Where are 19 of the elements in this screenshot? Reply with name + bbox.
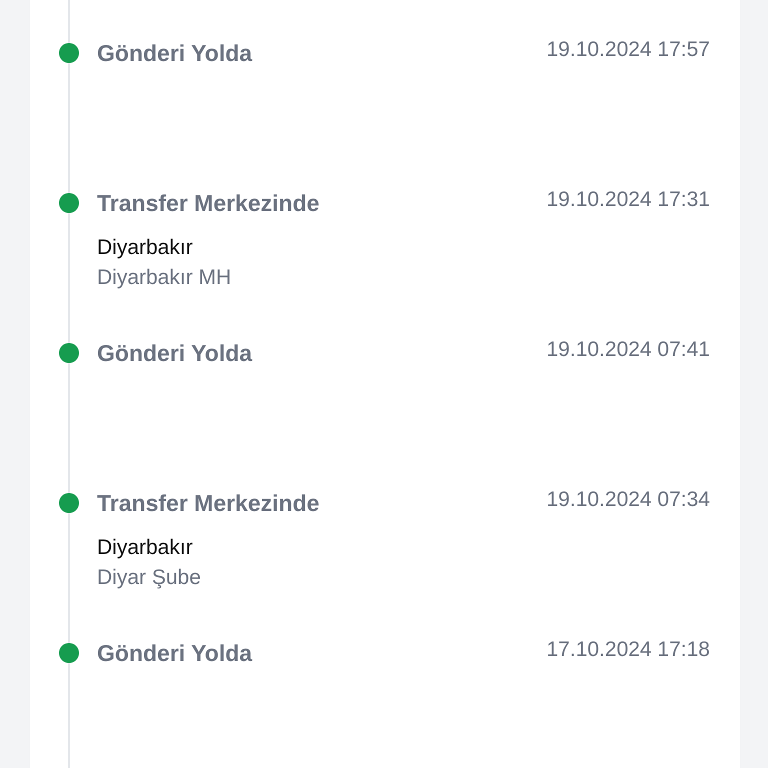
event-date: 17.10.2024 17:18: [546, 637, 710, 663]
event-date: 19.10.2024 17:57: [546, 37, 710, 63]
event-date: 19.10.2024 07:34: [546, 487, 710, 513]
status-dot-icon: [59, 343, 79, 363]
event-branch: Diyarbakır MH: [97, 265, 232, 291]
event-date: 19.10.2024 07:41: [546, 337, 710, 363]
status-dot-icon: [59, 43, 79, 63]
status-dot-icon: [59, 643, 79, 663]
event-title: Transfer Merkezinde: [97, 489, 320, 518]
event-branch: Diyar Şube: [97, 565, 202, 591]
event-city: Diyarbakır: [97, 235, 194, 261]
status-dot-icon: [59, 493, 79, 513]
status-dot-icon: [59, 193, 79, 213]
event-title: Gönderi Yolda: [97, 39, 252, 68]
event-title: Gönderi Yolda: [97, 339, 252, 368]
event-title: Transfer Merkezinde: [97, 189, 320, 218]
event-title: Gönderi Yolda: [97, 639, 252, 668]
event-city: Diyarbakır: [97, 535, 194, 561]
event-date: 19.10.2024 17:31: [546, 187, 710, 213]
